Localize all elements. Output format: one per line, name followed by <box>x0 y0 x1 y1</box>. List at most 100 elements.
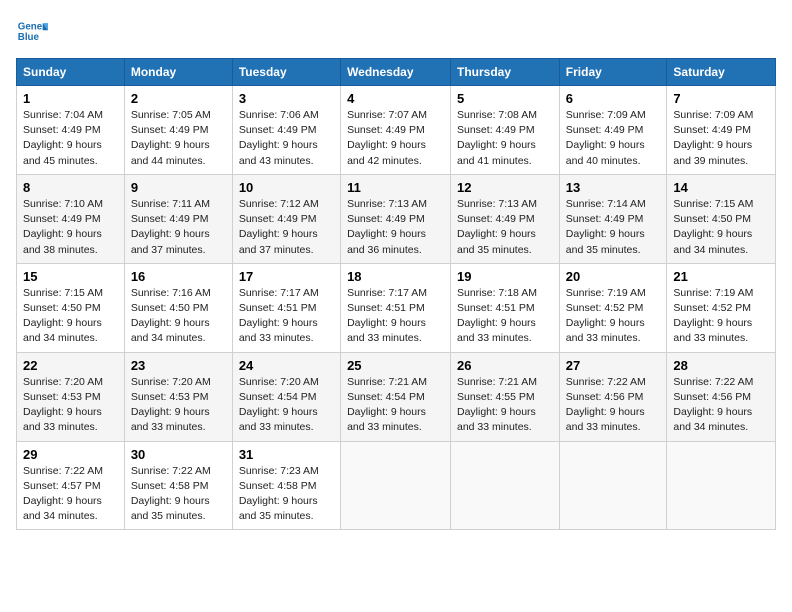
day-number: 17 <box>239 269 334 284</box>
day-info: Sunrise: 7:17 AMSunset: 4:51 PMDaylight:… <box>239 287 319 345</box>
day-info: Sunrise: 7:14 AMSunset: 4:49 PMDaylight:… <box>566 198 646 256</box>
calendar-week: 22 Sunrise: 7:20 AMSunset: 4:53 PMDaylig… <box>17 352 776 441</box>
calendar-week: 29 Sunrise: 7:22 AMSunset: 4:57 PMDaylig… <box>17 441 776 530</box>
day-info: Sunrise: 7:07 AMSunset: 4:49 PMDaylight:… <box>347 109 427 167</box>
calendar-cell: 19 Sunrise: 7:18 AMSunset: 4:51 PMDaylig… <box>451 263 560 352</box>
calendar-cell: 17 Sunrise: 7:17 AMSunset: 4:51 PMDaylig… <box>232 263 340 352</box>
calendar-cell: 1 Sunrise: 7:04 AMSunset: 4:49 PMDayligh… <box>17 86 125 175</box>
weekday-header: Monday <box>124 59 232 86</box>
calendar-cell: 26 Sunrise: 7:21 AMSunset: 4:55 PMDaylig… <box>451 352 560 441</box>
weekday-header: Sunday <box>17 59 125 86</box>
day-info: Sunrise: 7:18 AMSunset: 4:51 PMDaylight:… <box>457 287 537 345</box>
calendar-week: 15 Sunrise: 7:15 AMSunset: 4:50 PMDaylig… <box>17 263 776 352</box>
day-number: 6 <box>566 91 661 106</box>
day-number: 1 <box>23 91 118 106</box>
calendar-cell: 16 Sunrise: 7:16 AMSunset: 4:50 PMDaylig… <box>124 263 232 352</box>
calendar-cell: 23 Sunrise: 7:20 AMSunset: 4:53 PMDaylig… <box>124 352 232 441</box>
day-info: Sunrise: 7:04 AMSunset: 4:49 PMDaylight:… <box>23 109 103 167</box>
day-number: 28 <box>673 358 769 373</box>
calendar-week: 8 Sunrise: 7:10 AMSunset: 4:49 PMDayligh… <box>17 174 776 263</box>
calendar-cell: 14 Sunrise: 7:15 AMSunset: 4:50 PMDaylig… <box>667 174 776 263</box>
calendar-cell: 21 Sunrise: 7:19 AMSunset: 4:52 PMDaylig… <box>667 263 776 352</box>
day-number: 13 <box>566 180 661 195</box>
day-number: 16 <box>131 269 226 284</box>
day-info: Sunrise: 7:12 AMSunset: 4:49 PMDaylight:… <box>239 198 319 256</box>
day-info: Sunrise: 7:23 AMSunset: 4:58 PMDaylight:… <box>239 465 319 523</box>
calendar-cell: 11 Sunrise: 7:13 AMSunset: 4:49 PMDaylig… <box>341 174 451 263</box>
day-info: Sunrise: 7:11 AMSunset: 4:49 PMDaylight:… <box>131 198 210 256</box>
logo: General Blue <box>16 16 48 48</box>
calendar-cell: 25 Sunrise: 7:21 AMSunset: 4:54 PMDaylig… <box>341 352 451 441</box>
day-info: Sunrise: 7:22 AMSunset: 4:58 PMDaylight:… <box>131 465 211 523</box>
weekday-header: Friday <box>559 59 667 86</box>
logo-icon: General Blue <box>16 16 48 48</box>
day-number: 20 <box>566 269 661 284</box>
day-info: Sunrise: 7:21 AMSunset: 4:54 PMDaylight:… <box>347 376 427 434</box>
day-number: 10 <box>239 180 334 195</box>
day-number: 3 <box>239 91 334 106</box>
calendar-cell: 22 Sunrise: 7:20 AMSunset: 4:53 PMDaylig… <box>17 352 125 441</box>
day-number: 23 <box>131 358 226 373</box>
calendar-cell <box>667 441 776 530</box>
day-number: 26 <box>457 358 553 373</box>
calendar-cell: 29 Sunrise: 7:22 AMSunset: 4:57 PMDaylig… <box>17 441 125 530</box>
day-info: Sunrise: 7:13 AMSunset: 4:49 PMDaylight:… <box>457 198 537 256</box>
day-number: 11 <box>347 180 444 195</box>
day-info: Sunrise: 7:20 AMSunset: 4:53 PMDaylight:… <box>23 376 103 434</box>
day-number: 25 <box>347 358 444 373</box>
day-info: Sunrise: 7:22 AMSunset: 4:57 PMDaylight:… <box>23 465 103 523</box>
day-info: Sunrise: 7:08 AMSunset: 4:49 PMDaylight:… <box>457 109 537 167</box>
day-info: Sunrise: 7:19 AMSunset: 4:52 PMDaylight:… <box>566 287 646 345</box>
calendar-cell: 18 Sunrise: 7:17 AMSunset: 4:51 PMDaylig… <box>341 263 451 352</box>
weekday-header: Wednesday <box>341 59 451 86</box>
day-number: 27 <box>566 358 661 373</box>
calendar-week: 1 Sunrise: 7:04 AMSunset: 4:49 PMDayligh… <box>17 86 776 175</box>
calendar-cell: 8 Sunrise: 7:10 AMSunset: 4:49 PMDayligh… <box>17 174 125 263</box>
day-info: Sunrise: 7:05 AMSunset: 4:49 PMDaylight:… <box>131 109 211 167</box>
day-info: Sunrise: 7:06 AMSunset: 4:49 PMDaylight:… <box>239 109 319 167</box>
calendar-cell <box>451 441 560 530</box>
day-number: 21 <box>673 269 769 284</box>
day-number: 7 <box>673 91 769 106</box>
calendar-cell <box>559 441 667 530</box>
calendar-cell: 20 Sunrise: 7:19 AMSunset: 4:52 PMDaylig… <box>559 263 667 352</box>
day-info: Sunrise: 7:22 AMSunset: 4:56 PMDaylight:… <box>566 376 646 434</box>
calendar-table: SundayMondayTuesdayWednesdayThursdayFrid… <box>16 58 776 530</box>
day-number: 5 <box>457 91 553 106</box>
day-number: 29 <box>23 447 118 462</box>
calendar-cell: 4 Sunrise: 7:07 AMSunset: 4:49 PMDayligh… <box>341 86 451 175</box>
calendar-cell: 3 Sunrise: 7:06 AMSunset: 4:49 PMDayligh… <box>232 86 340 175</box>
day-number: 24 <box>239 358 334 373</box>
weekday-header: Thursday <box>451 59 560 86</box>
page-header: General Blue <box>16 16 776 48</box>
day-number: 31 <box>239 447 334 462</box>
calendar-cell: 10 Sunrise: 7:12 AMSunset: 4:49 PMDaylig… <box>232 174 340 263</box>
day-info: Sunrise: 7:15 AMSunset: 4:50 PMDaylight:… <box>673 198 753 256</box>
calendar-cell: 6 Sunrise: 7:09 AMSunset: 4:49 PMDayligh… <box>559 86 667 175</box>
day-info: Sunrise: 7:10 AMSunset: 4:49 PMDaylight:… <box>23 198 103 256</box>
calendar-cell: 13 Sunrise: 7:14 AMSunset: 4:49 PMDaylig… <box>559 174 667 263</box>
svg-text:Blue: Blue <box>18 32 40 43</box>
day-number: 15 <box>23 269 118 284</box>
weekday-header: Saturday <box>667 59 776 86</box>
calendar-cell: 2 Sunrise: 7:05 AMSunset: 4:49 PMDayligh… <box>124 86 232 175</box>
day-info: Sunrise: 7:16 AMSunset: 4:50 PMDaylight:… <box>131 287 211 345</box>
day-number: 18 <box>347 269 444 284</box>
day-number: 19 <box>457 269 553 284</box>
calendar-cell: 24 Sunrise: 7:20 AMSunset: 4:54 PMDaylig… <box>232 352 340 441</box>
weekday-header: Tuesday <box>232 59 340 86</box>
day-info: Sunrise: 7:21 AMSunset: 4:55 PMDaylight:… <box>457 376 537 434</box>
calendar-cell: 31 Sunrise: 7:23 AMSunset: 4:58 PMDaylig… <box>232 441 340 530</box>
calendar-cell: 9 Sunrise: 7:11 AMSunset: 4:49 PMDayligh… <box>124 174 232 263</box>
calendar-cell: 12 Sunrise: 7:13 AMSunset: 4:49 PMDaylig… <box>451 174 560 263</box>
calendar-cell: 5 Sunrise: 7:08 AMSunset: 4:49 PMDayligh… <box>451 86 560 175</box>
day-info: Sunrise: 7:20 AMSunset: 4:53 PMDaylight:… <box>131 376 211 434</box>
day-number: 22 <box>23 358 118 373</box>
calendar-cell: 7 Sunrise: 7:09 AMSunset: 4:49 PMDayligh… <box>667 86 776 175</box>
day-number: 9 <box>131 180 226 195</box>
day-number: 8 <box>23 180 118 195</box>
day-info: Sunrise: 7:13 AMSunset: 4:49 PMDaylight:… <box>347 198 427 256</box>
calendar-cell: 28 Sunrise: 7:22 AMSunset: 4:56 PMDaylig… <box>667 352 776 441</box>
calendar-cell: 15 Sunrise: 7:15 AMSunset: 4:50 PMDaylig… <box>17 263 125 352</box>
calendar-cell <box>341 441 451 530</box>
